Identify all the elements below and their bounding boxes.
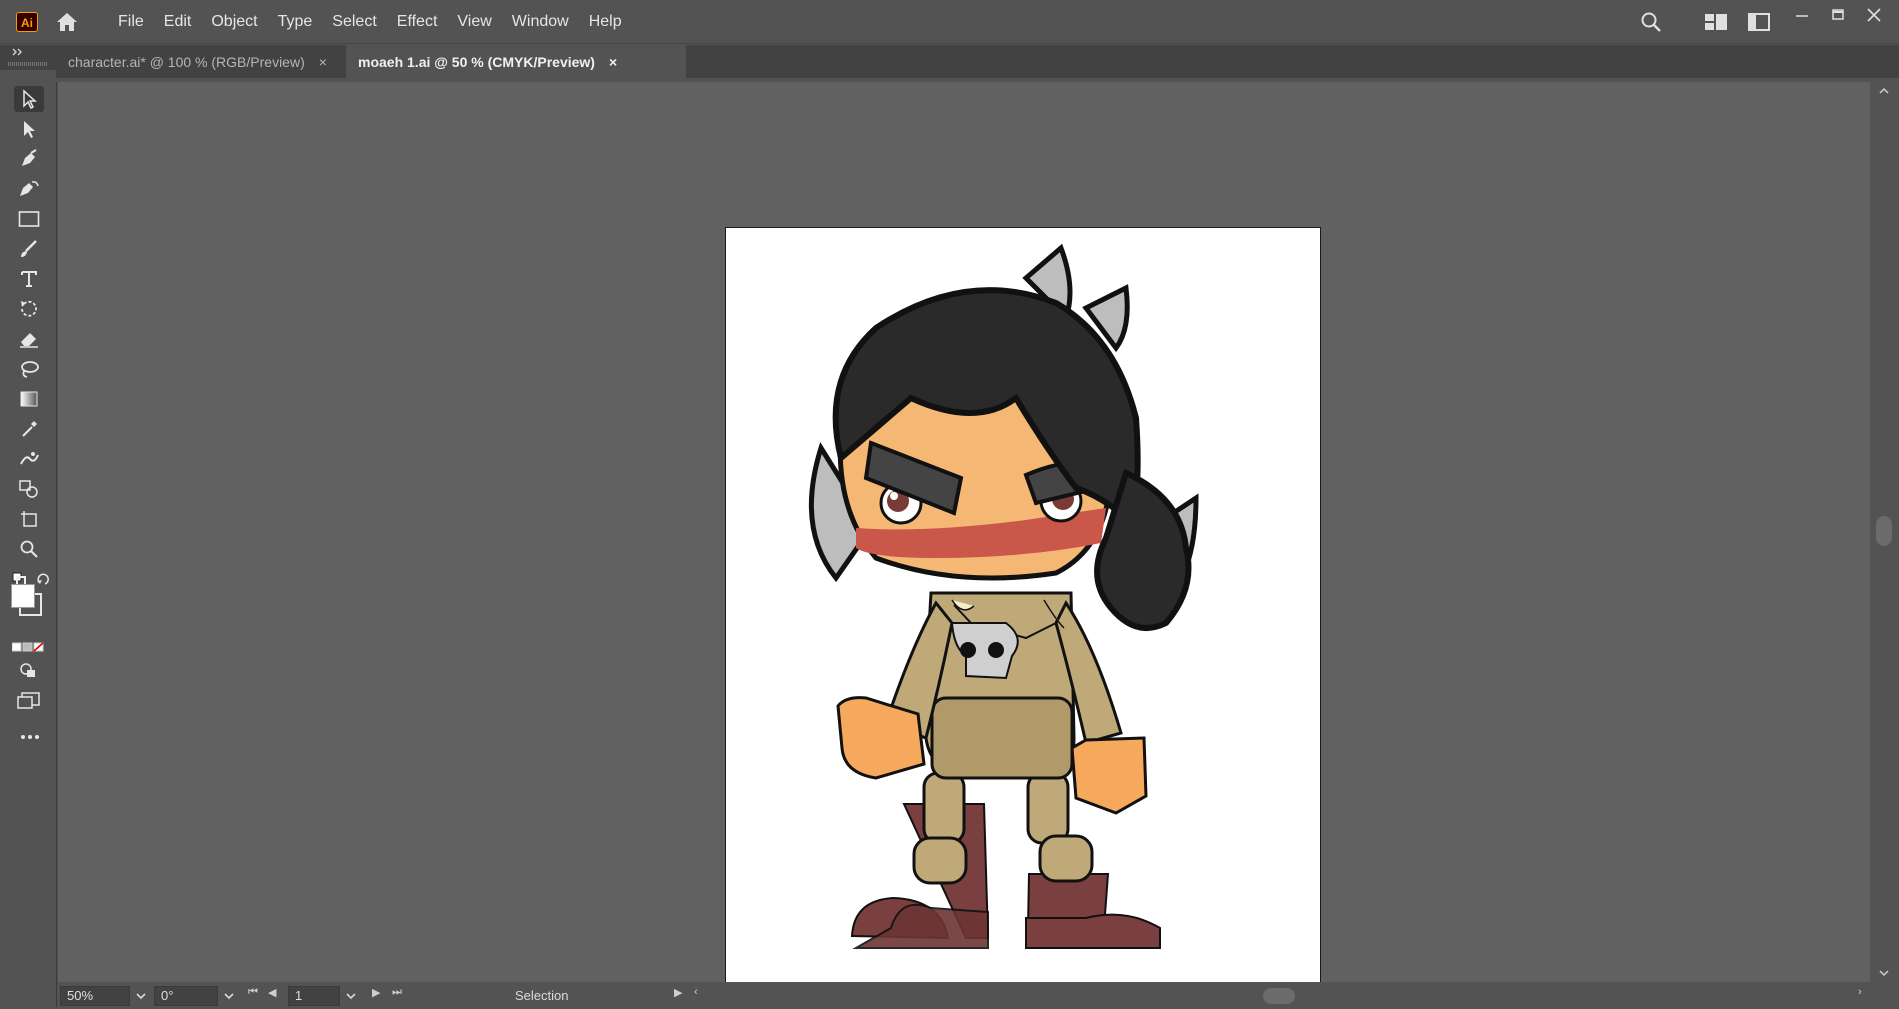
tab-label: character.ai* @ 100 % (RGB/Preview) xyxy=(68,53,305,70)
scroll-right-icon[interactable]: › xyxy=(1858,986,1862,998)
right-boot xyxy=(1025,873,1161,949)
menu-list: File Edit Object Type Select Effect View… xyxy=(108,0,632,43)
pen-tool-icon[interactable] xyxy=(14,146,44,172)
direct-selection-tool-icon[interactable] xyxy=(14,116,44,142)
close-window-icon[interactable] xyxy=(1864,6,1884,24)
menu-edit[interactable]: Edit xyxy=(154,0,202,43)
shape-builder-tool-icon[interactable] xyxy=(14,476,44,502)
screen-mode-icon[interactable] xyxy=(17,692,41,710)
eyedropper-tool-icon[interactable] xyxy=(14,416,44,442)
collapse-panel-icon[interactable] xyxy=(12,47,24,57)
rotation-field[interactable]: 0° xyxy=(154,986,218,1006)
menu-view[interactable]: View xyxy=(447,0,501,43)
menu-effect[interactable]: Effect xyxy=(387,0,448,43)
app-logo: Ai xyxy=(16,12,38,32)
artboard-tool-icon[interactable] xyxy=(14,506,44,532)
tab-label: moaeh 1.ai @ 50 % (CMYK/Preview) xyxy=(358,53,595,70)
fill-swatch[interactable] xyxy=(11,584,35,608)
zoom-tool-icon[interactable] xyxy=(14,536,44,562)
tab-moaeh-ai[interactable]: moaeh 1.ai @ 50 % (CMYK/Preview) × xyxy=(346,45,686,78)
tab-character-ai[interactable]: character.ai* @ 100 % (RGB/Preview) × xyxy=(56,45,346,78)
minimize-icon[interactable] xyxy=(1792,6,1812,24)
menu-file[interactable]: File xyxy=(108,0,154,43)
menu-object[interactable]: Object xyxy=(201,0,267,43)
artboard[interactable] xyxy=(725,227,1321,997)
canvas-area[interactable] xyxy=(58,82,1870,997)
zoom-field[interactable]: 50% xyxy=(60,986,130,1006)
maximize-icon[interactable] xyxy=(1828,6,1848,24)
menu-type[interactable]: Type xyxy=(268,0,323,43)
lasso-tool-icon[interactable] xyxy=(14,356,44,382)
color-mode-icon[interactable] xyxy=(12,641,46,653)
type-tool-icon[interactable] xyxy=(14,266,44,292)
eraser-tool-icon[interactable] xyxy=(14,326,44,352)
previous-artboard-icon[interactable]: ◀ xyxy=(268,986,276,999)
legs xyxy=(912,771,1094,885)
puppet-warp-tool-icon[interactable] xyxy=(14,446,44,472)
horizontal-scroll-thumb[interactable] xyxy=(1263,988,1295,1004)
menu-select[interactable]: Select xyxy=(322,0,386,43)
home-icon[interactable] xyxy=(55,11,79,33)
search-icon[interactable] xyxy=(1640,11,1662,33)
scroll-down-icon[interactable] xyxy=(1878,968,1890,978)
status-bar: 50% 0° ⏮ ◀ 1 ▶ ⏭ Selection ▶ ‹ › xyxy=(58,982,1899,1009)
artboard-dropdown-icon[interactable] xyxy=(340,986,362,1006)
menu-help[interactable]: Help xyxy=(579,0,632,43)
paintbrush-tool-icon[interactable] xyxy=(14,236,44,262)
menu-bar: Ai File Edit Object Type Select Effect V… xyxy=(0,0,1899,44)
current-tool-label: Selection xyxy=(515,988,569,1003)
artboard-number-field[interactable]: 1 xyxy=(288,986,340,1006)
tools-panel xyxy=(2,82,57,1007)
drawing-mode-icon[interactable] xyxy=(19,662,37,678)
arrange-documents-icon[interactable] xyxy=(1748,13,1770,31)
last-artboard-icon[interactable]: ⏭ xyxy=(392,986,402,999)
vertical-scrollbar[interactable] xyxy=(1870,82,1899,982)
next-artboard-icon[interactable]: ▶ xyxy=(372,986,380,999)
workspace-layout-icon[interactable] xyxy=(1705,14,1727,30)
more-tools-icon[interactable] xyxy=(20,734,40,740)
first-artboard-icon[interactable]: ⏮ xyxy=(248,986,258,999)
swap-colors-icon[interactable] xyxy=(36,572,50,586)
panel-grip-icon[interactable] xyxy=(8,61,48,67)
scroll-up-icon[interactable] xyxy=(1878,86,1890,96)
close-tab-icon[interactable]: × xyxy=(319,54,327,70)
gradient-tool-icon[interactable] xyxy=(14,386,44,412)
status-menu-icon[interactable]: ▶ xyxy=(674,986,682,999)
scroll-left-icon[interactable]: ‹ xyxy=(694,986,698,998)
rotation-dropdown-icon[interactable] xyxy=(218,986,240,1006)
rectangle-tool-icon[interactable] xyxy=(14,206,44,232)
curvature-tool-icon[interactable] xyxy=(14,176,44,202)
document-tab-strip: character.ai* @ 100 % (RGB/Preview) × mo… xyxy=(56,45,1899,78)
close-tab-icon[interactable]: × xyxy=(609,54,617,70)
character-illustration[interactable] xyxy=(726,228,1320,996)
rotate-tool-icon[interactable] xyxy=(14,296,44,322)
toolbar-header xyxy=(0,45,56,70)
zoom-dropdown-icon[interactable] xyxy=(130,986,152,1006)
selection-tool-icon[interactable] xyxy=(14,86,44,112)
menu-window[interactable]: Window xyxy=(502,0,579,43)
vertical-scroll-thumb[interactable] xyxy=(1876,516,1892,546)
